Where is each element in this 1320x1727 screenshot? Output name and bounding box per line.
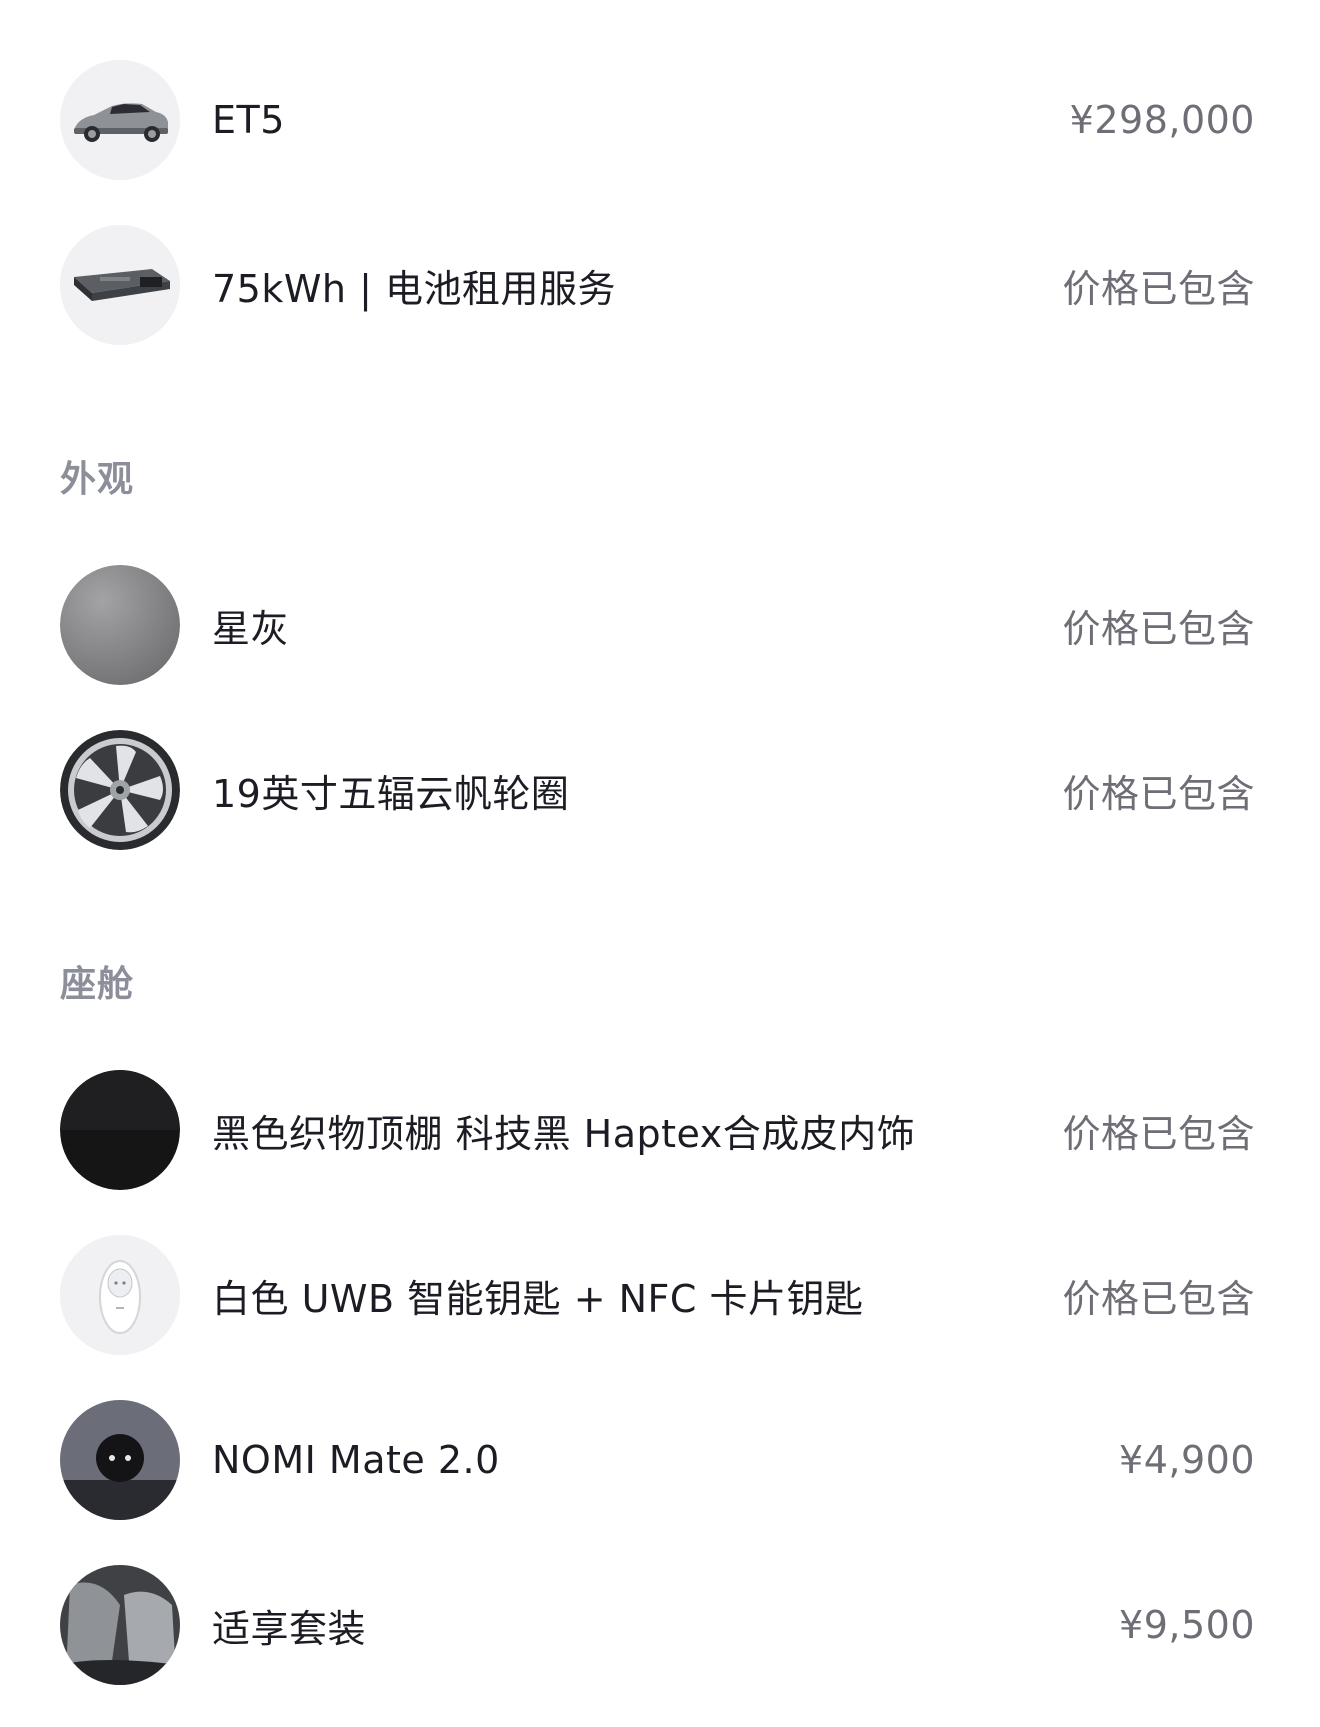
list-item[interactable]: 适享套装 ¥9,500: [60, 1565, 1255, 1685]
seat-icon: [60, 1565, 180, 1685]
item-name: ET5: [212, 98, 285, 142]
list-item[interactable]: 黑色织物顶棚 科技黑 Haptex合成皮内饰 价格已包含: [60, 1070, 1255, 1190]
item-price: 价格已包含: [1062, 771, 1255, 816]
wheel-icon: [60, 730, 180, 850]
key-fob-icon: [60, 1235, 180, 1355]
section-title-cabin: 座舱: [60, 964, 135, 1005]
item-name: NOMI Mate 2.0: [212, 1438, 500, 1482]
nomi-icon: [60, 1400, 180, 1520]
list-item[interactable]: 75kWh | 电池租用服务 价格已包含: [60, 225, 1255, 345]
list-item[interactable]: NOMI Mate 2.0 ¥4,900: [60, 1400, 1255, 1520]
item-price: ¥4,900: [1119, 1438, 1255, 1482]
item-name: 星灰: [212, 606, 290, 651]
item-name: 适享套装: [212, 1606, 367, 1651]
color-swatch-icon: [60, 565, 180, 685]
list-item[interactable]: 星灰 价格已包含: [60, 565, 1255, 685]
item-price: 价格已包含: [1062, 1111, 1255, 1156]
item-name: 白色 UWB 智能钥匙 + NFC 卡片钥匙: [212, 1276, 864, 1321]
item-name: 黑色织物顶棚 科技黑 Haptex合成皮内饰: [212, 1111, 916, 1156]
list-item[interactable]: 19英寸五辐云帆轮圈 价格已包含: [60, 730, 1255, 850]
car-icon: [60, 60, 180, 180]
interior-swatch-icon: [60, 1070, 180, 1190]
section-title-exterior: 外观: [60, 459, 135, 500]
item-name: 75kWh | 电池租用服务: [212, 266, 616, 311]
item-price: ¥9,500: [1119, 1603, 1255, 1647]
list-item[interactable]: ET5 ¥298,000: [60, 60, 1255, 180]
item-price: ¥298,000: [1069, 98, 1255, 142]
item-price: 价格已包含: [1062, 606, 1255, 651]
list-item[interactable]: 白色 UWB 智能钥匙 + NFC 卡片钥匙 价格已包含: [60, 1235, 1255, 1355]
battery-pack-icon: [60, 225, 180, 345]
item-price: 价格已包含: [1062, 1276, 1255, 1321]
item-name: 19英寸五辐云帆轮圈: [212, 771, 570, 816]
item-price: 价格已包含: [1062, 266, 1255, 311]
